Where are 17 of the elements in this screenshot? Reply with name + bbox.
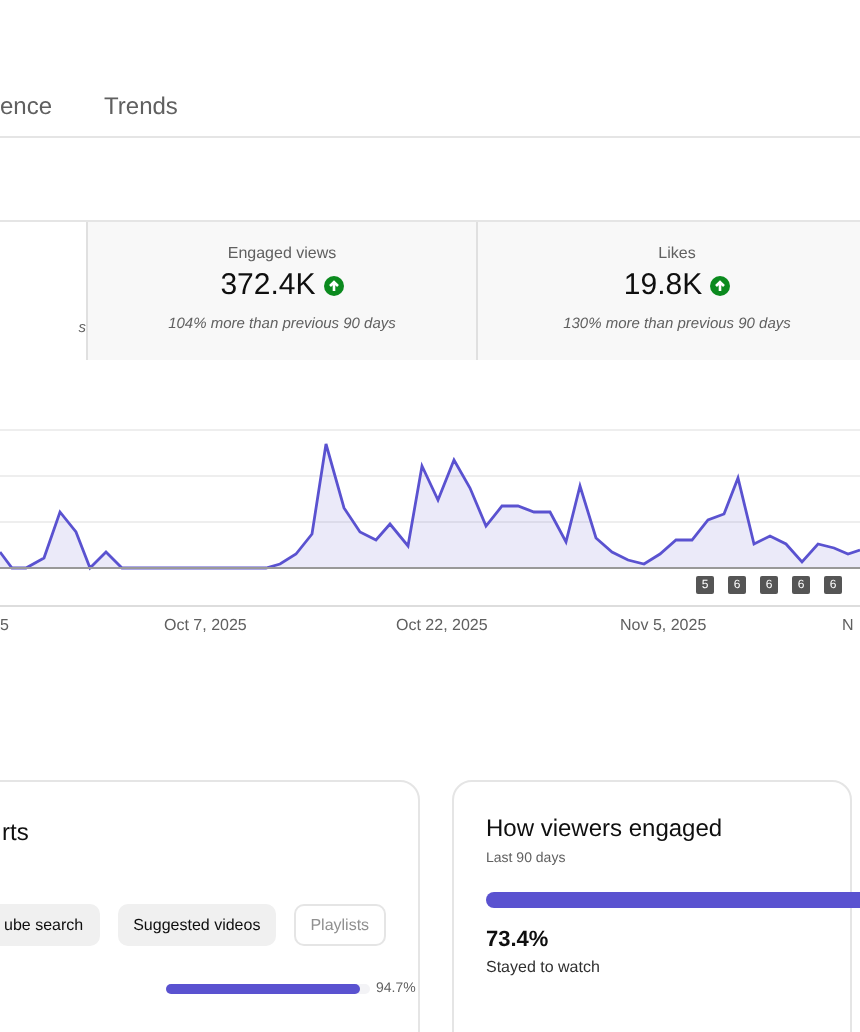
tab[interactable]: Trends [104, 80, 178, 120]
x-axis-label: 5 [0, 616, 9, 634]
metric-value: 19.8K [623, 268, 703, 302]
filter-chip[interactable]: Suggested videos [117, 904, 277, 946]
metric-label: Likes [658, 244, 696, 262]
x-axis-label: Oct 7, 2025 [164, 616, 247, 634]
x-axis-label: N [842, 616, 854, 634]
tab[interactable]: ence [0, 80, 53, 120]
card-title: rts [2, 818, 29, 846]
x-axis-label: Oct 22, 2025 [396, 616, 488, 634]
percentage-caption: Stayed to watch [486, 958, 600, 976]
x-axis-label: Nov 5, 2025 [620, 616, 707, 634]
metric-value: 372.4K [220, 268, 316, 302]
metric-label: Engaged views [227, 244, 337, 262]
percentage-value: 73.4% [486, 928, 549, 952]
card-title: How viewers engaged [486, 814, 723, 842]
filter-chip[interactable]: ube search [0, 904, 100, 946]
